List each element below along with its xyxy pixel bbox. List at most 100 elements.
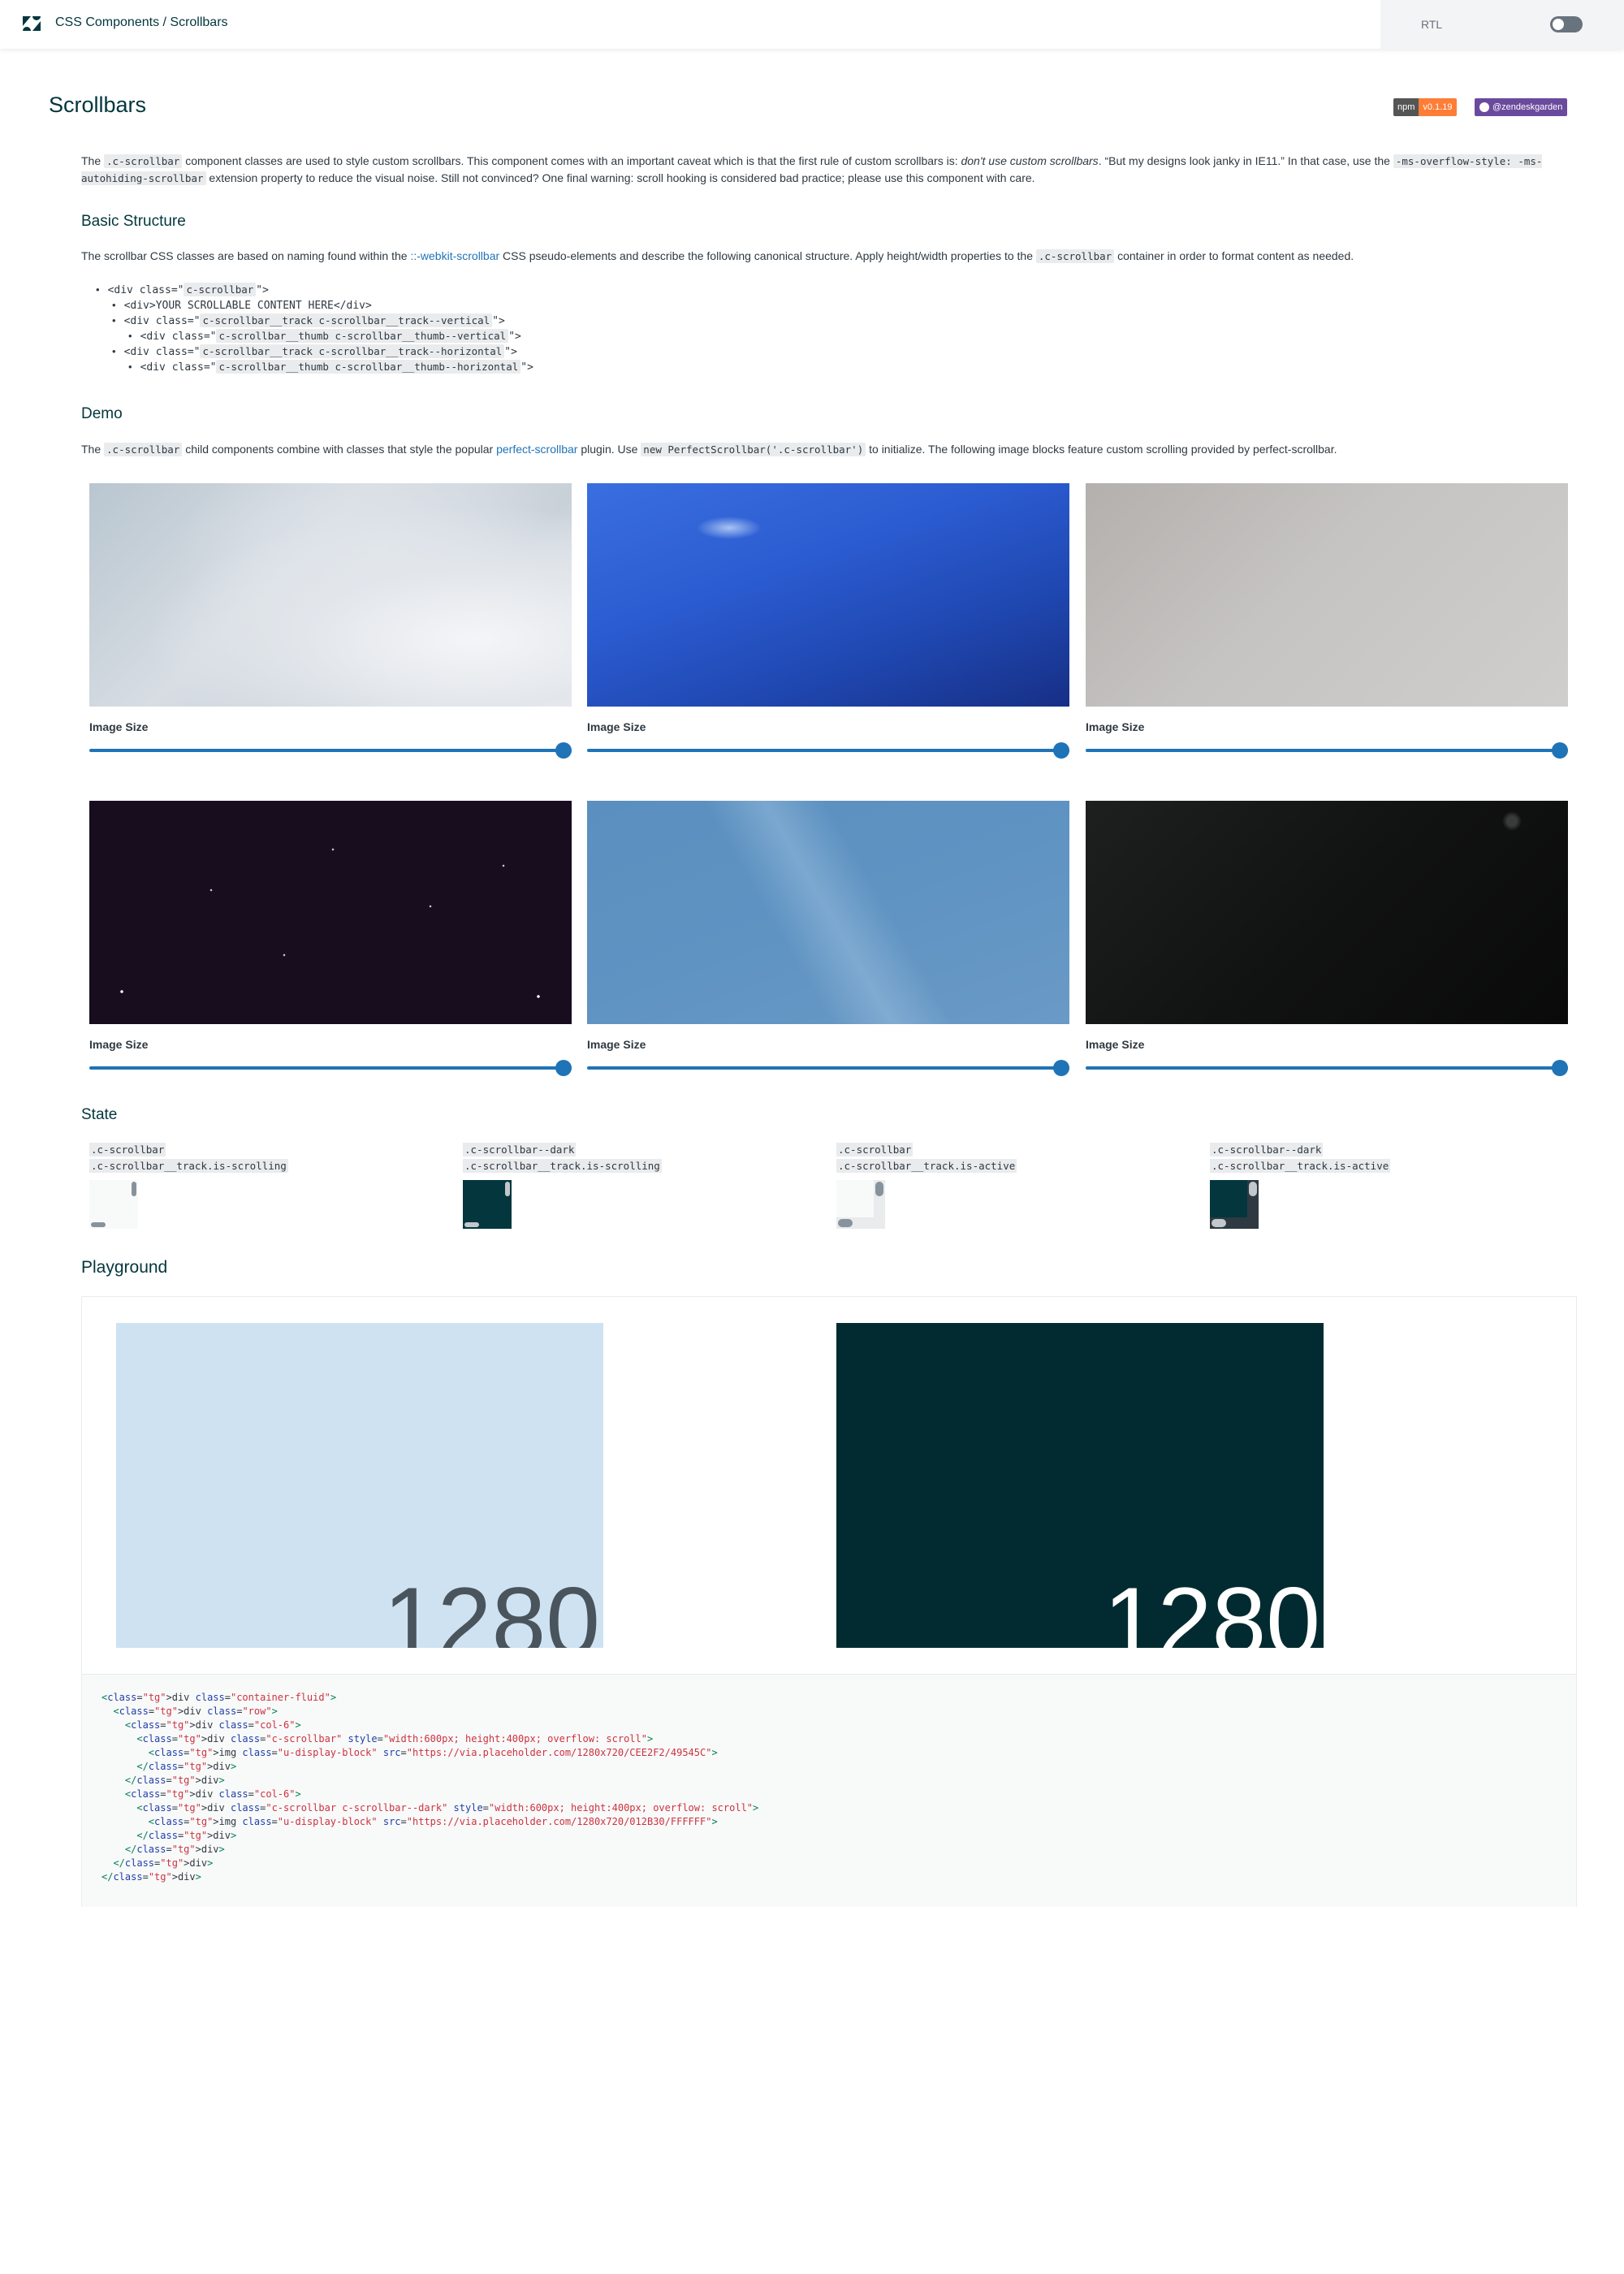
rtl-label: RTL	[1421, 18, 1443, 31]
intro-text: The	[81, 154, 105, 167]
placeholder-image-label: 1280	[1104, 1567, 1320, 1648]
list-item: <div class="c-scrollbar__thumb c-scrollb…	[96, 359, 533, 374]
slider-thumb[interactable]	[555, 742, 572, 759]
rtl-toggle[interactable]	[1550, 16, 1583, 32]
demo-paragraph: The .c-scrollbar child components combin…	[81, 441, 1575, 458]
basic-structure-paragraph: The scrollbar CSS classes are based on n…	[81, 248, 1575, 265]
page-title: Scrollbars	[49, 93, 147, 117]
code-block: <class="tg">div class="container-fluid">…	[82, 1674, 1576, 1907]
image-size-slider[interactable]	[587, 1060, 1069, 1076]
basic-text: The scrollbar CSS classes are based on n…	[81, 249, 411, 262]
image-size-slider[interactable]	[1086, 1060, 1568, 1076]
npm-badge[interactable]: npm v0.1.19	[1393, 98, 1457, 116]
state-class-line: .c-scrollbar--dark	[1210, 1143, 1324, 1156]
image-size-slider[interactable]	[587, 742, 1069, 759]
placeholder-image-label: 1280	[383, 1567, 600, 1648]
image-size-slider[interactable]	[89, 742, 572, 759]
state-code-3: .c-scrollbar .c-scrollbar__track.is-acti…	[836, 1142, 1017, 1174]
state-class-line: .c-scrollbar__track.is-scrolling	[89, 1159, 288, 1173]
basic-text: container in order to format content as …	[1114, 249, 1354, 262]
image-size-slider[interactable]	[1086, 742, 1568, 759]
playground-heading: Playground	[81, 1258, 168, 1277]
basic-text: CSS pseudo-elements and describe the fol…	[499, 249, 1036, 262]
slider-thumb[interactable]	[1552, 742, 1568, 759]
state-scrollbar-dark-scrolling[interactable]	[463, 1180, 512, 1229]
dark-scrollbar-container[interactable]: 1280	[836, 1323, 1324, 1648]
demo-text: plugin. Use	[577, 443, 641, 456]
dark-image[interactable]	[1086, 801, 1568, 1024]
intro-text: . “But my designs look janky in IE11.” I…	[1098, 154, 1393, 167]
scrollbar-thumb-horizontal[interactable]	[91, 1222, 106, 1227]
state-code-1: .c-scrollbar .c-scrollbar__track.is-scro…	[89, 1142, 288, 1174]
demo-text: child components combine with classes th…	[182, 443, 497, 456]
list-item: <div class="c-scrollbar">	[96, 282, 533, 297]
slider-track	[1086, 749, 1568, 752]
breadcrumb[interactable]: CSS Components / Scrollbars	[55, 15, 228, 30]
npm-badge-version: v0.1.19	[1419, 98, 1457, 116]
intro-emphasis: don't use custom scrollbars	[961, 154, 1099, 167]
slider-label: Image Size	[89, 1038, 149, 1051]
slider-label: Image Size	[1086, 720, 1145, 733]
github-badge-label: @zendeskgarden	[1492, 102, 1563, 112]
slider-thumb[interactable]	[1552, 1060, 1568, 1076]
demo-text: to initialize. The following image block…	[866, 443, 1337, 456]
perfect-scrollbar-link[interactable]: perfect-scrollbar	[496, 443, 577, 456]
demo-heading: Demo	[81, 405, 123, 422]
slider-track	[1086, 1066, 1568, 1070]
state-code-2: .c-scrollbar--dark .c-scrollbar__track.i…	[463, 1142, 662, 1174]
rtl-panel: RTL	[1380, 0, 1624, 49]
zendesk-logo-icon[interactable]	[23, 16, 41, 31]
light-blue-sky-image[interactable]	[587, 801, 1069, 1024]
scrollbar-thumb-horizontal[interactable]	[464, 1222, 479, 1227]
scrollbar-thumb-vertical[interactable]	[132, 1182, 136, 1196]
inline-code: .c-scrollbar	[104, 443, 183, 456]
demo-text: The	[81, 443, 105, 456]
top-bar: CSS Components / Scrollbars RTL	[0, 0, 1624, 49]
slider-track	[89, 1066, 572, 1070]
slider-label: Image Size	[587, 1038, 646, 1051]
scrollbar-thumb-vertical[interactable]	[505, 1182, 510, 1196]
webkit-scrollbar-link[interactable]: ::-webkit-scrollbar	[410, 249, 499, 262]
light-scrollbar-container[interactable]: 1280	[116, 1323, 603, 1648]
scrollbar-thumb-vertical[interactable]	[875, 1182, 883, 1196]
state-scrollbar-light-scrolling[interactable]	[89, 1180, 138, 1229]
scrollbar-thumb-horizontal[interactable]	[838, 1219, 853, 1227]
github-badge[interactable]: @zendeskgarden	[1475, 98, 1568, 116]
list-item: <div class="c-scrollbar__thumb c-scrollb…	[96, 328, 533, 344]
slider-thumb[interactable]	[1053, 1060, 1069, 1076]
image-size-slider[interactable]	[89, 1060, 572, 1076]
state-heading: State	[81, 1106, 118, 1123]
toggle-knob	[1553, 19, 1564, 30]
inline-code: .c-scrollbar	[104, 154, 183, 168]
slider-track	[587, 1066, 1069, 1070]
list-item: <div>YOUR SCROLLABLE CONTENT HERE</div>	[96, 297, 533, 313]
slider-track	[587, 749, 1069, 752]
inline-code: new PerfectScrollbar('.c-scrollbar')	[641, 443, 866, 456]
list-item: <div class="c-scrollbar__track c-scrollb…	[96, 313, 533, 328]
intro-text: extension property to reduce the visual …	[205, 171, 1035, 184]
state-code-4: .c-scrollbar--dark .c-scrollbar__track.i…	[1210, 1142, 1391, 1174]
basic-structure-heading: Basic Structure	[81, 213, 186, 230]
night-stars-image[interactable]	[89, 801, 572, 1024]
intro-text: component classes are used to style cust…	[182, 154, 961, 167]
state-class-line: .c-scrollbar	[836, 1143, 914, 1156]
slider-thumb[interactable]	[555, 1060, 572, 1076]
intro-paragraph: The .c-scrollbar component classes are u…	[81, 153, 1575, 187]
state-class-line: .c-scrollbar--dark	[463, 1143, 577, 1156]
grey-sky-image[interactable]	[1086, 483, 1568, 707]
structure-list: <div class="c-scrollbar"> <div>YOUR SCRO…	[96, 282, 533, 374]
clouds-image[interactable]	[89, 483, 572, 707]
slider-label: Image Size	[89, 720, 149, 733]
list-item: <div class="c-scrollbar__track c-scrollb…	[96, 344, 533, 359]
state-scrollbar-light-active[interactable]	[836, 1180, 885, 1229]
playground-panel: 1280 1280 <class="tg">div class="contain…	[81, 1296, 1577, 1907]
slider-label: Image Size	[1086, 1038, 1145, 1051]
scrollbar-thumb-vertical[interactable]	[1249, 1182, 1257, 1196]
npm-badge-key: npm	[1393, 98, 1419, 116]
blue-sky-image[interactable]	[587, 483, 1069, 707]
scrollbar-thumb-horizontal[interactable]	[1212, 1219, 1226, 1227]
state-class-line: .c-scrollbar	[89, 1143, 166, 1156]
code-listing: <class="tg">div class="container-fluid">…	[102, 1692, 759, 1883]
state-scrollbar-dark-active[interactable]	[1210, 1180, 1259, 1229]
slider-thumb[interactable]	[1053, 742, 1069, 759]
